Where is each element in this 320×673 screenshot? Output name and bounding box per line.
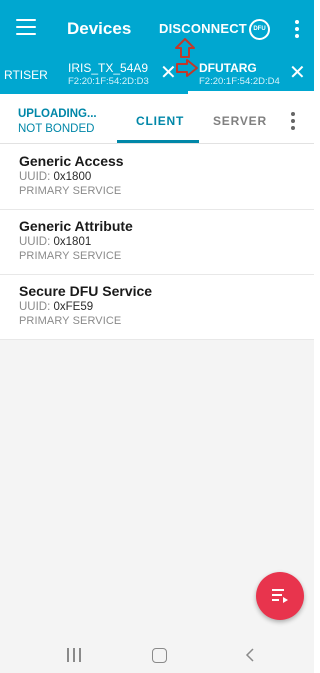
- device-tab-name: IRIS_TX_54A9: [68, 61, 149, 75]
- uuid-value: 0xFE59: [53, 301, 94, 313]
- more-vert-icon[interactable]: [295, 20, 299, 41]
- uuid-value: 0x1801: [53, 236, 92, 248]
- service-uuid: UUID: 0x1801: [19, 236, 296, 248]
- tab-server[interactable]: SERVER: [213, 114, 267, 128]
- service-item-generic-access[interactable]: Generic Access UUID: 0x1800 PRIMARY SERV…: [0, 145, 314, 210]
- service-item-secure-dfu[interactable]: Secure DFU Service UUID: 0xFE59 PRIMARY …: [0, 275, 314, 340]
- service-item-generic-attribute[interactable]: Generic Attribute UUID: 0x1801 PRIMARY S…: [0, 210, 314, 275]
- device-tab-mac: F2:20:1F:54:2D:D3: [68, 76, 149, 87]
- recents-icon[interactable]: [67, 648, 81, 662]
- disconnect-button[interactable]: DISCONNECT: [159, 21, 247, 36]
- tab-client[interactable]: CLIENT: [136, 114, 184, 128]
- service-name: Generic Access: [19, 153, 124, 169]
- service-type: PRIMARY SERVICE: [19, 250, 122, 262]
- device-tab-name: DFUTARG: [199, 61, 257, 75]
- list-line: [272, 594, 282, 596]
- home-icon[interactable]: [152, 648, 167, 663]
- service-type: PRIMARY SERVICE: [19, 185, 122, 197]
- uuid-value: 0x1800: [53, 171, 92, 183]
- arrow-up-icon: [175, 38, 195, 58]
- arrow-right-icon: [176, 59, 198, 77]
- tab-indicator: [117, 140, 199, 143]
- hamburger-menu-icon[interactable]: [16, 19, 36, 35]
- system-nav-bar: [0, 637, 314, 673]
- connection-state: UPLOADING...: [18, 108, 97, 120]
- service-list: Generic Access UUID: 0x1800 PRIMARY SERV…: [0, 145, 314, 340]
- play-icon: [283, 597, 288, 603]
- list-line: [272, 589, 284, 591]
- service-uuid: UUID: 0x1800: [19, 171, 296, 183]
- list-line: [272, 599, 279, 601]
- app-bar: Devices DISCONNECT DFU: [0, 0, 314, 56]
- device-tab-iris[interactable]: IRIS_TX_54A9 F2:20:1F:54:2D:D3: [68, 61, 149, 87]
- service-name: Secure DFU Service: [19, 283, 153, 299]
- more-vert-icon[interactable]: [291, 112, 295, 133]
- connection-bar: UPLOADING... NOT BONDED CLIENT SERVER: [0, 94, 314, 144]
- uuid-label: UUID:: [19, 236, 51, 248]
- back-icon[interactable]: [243, 647, 257, 663]
- connection-status: UPLOADING... NOT BONDED: [18, 107, 97, 137]
- service-uuid: UUID: 0xFE59: [19, 301, 296, 313]
- device-tab-partial[interactable]: RTISER: [4, 68, 48, 82]
- close-icon[interactable]: ✕: [289, 63, 306, 83]
- log-fab-button[interactable]: [256, 572, 304, 620]
- service-type: PRIMARY SERVICE: [19, 315, 122, 327]
- uuid-label: UUID:: [19, 171, 51, 183]
- bond-state: NOT BONDED: [18, 123, 95, 135]
- app-title: Devices: [67, 19, 132, 38]
- dfu-icon[interactable]: DFU: [249, 19, 270, 40]
- service-name: Generic Attribute: [19, 218, 133, 234]
- device-tab-mac: F2:20:1F:54:2D:D4: [199, 76, 280, 87]
- device-tab-dfutarg[interactable]: DFUTARG F2:20:1F:54:2D:D4: [199, 61, 280, 87]
- device-tabs: RTISER IRIS_TX_54A9 F2:20:1F:54:2D:D3 ✕ …: [0, 56, 314, 94]
- uuid-label: UUID:: [19, 301, 51, 313]
